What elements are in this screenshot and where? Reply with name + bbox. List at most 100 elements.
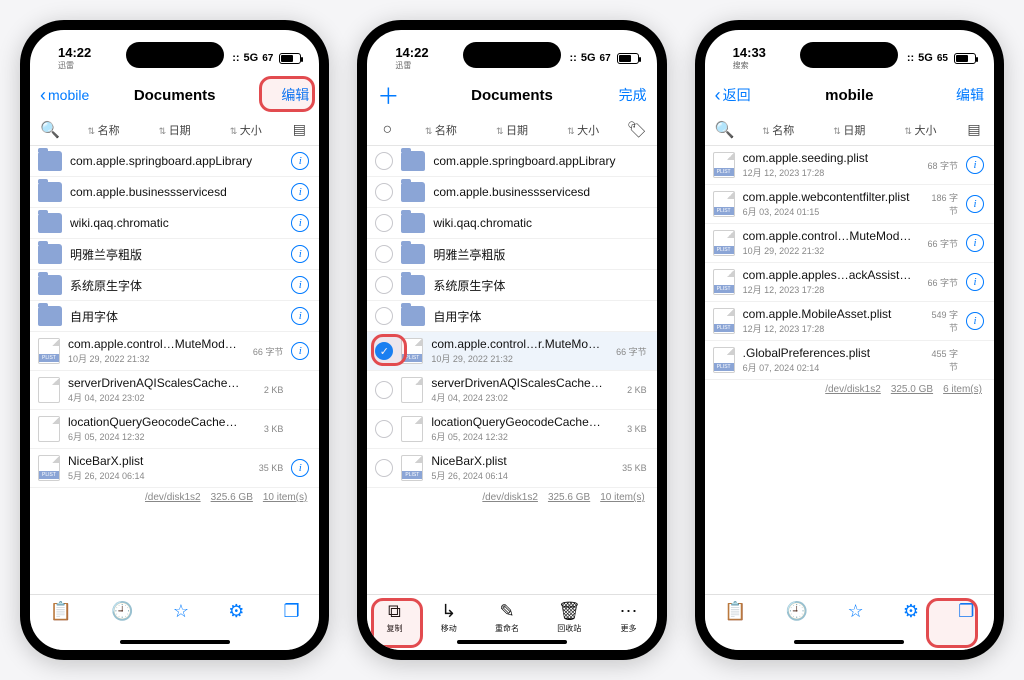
file-row[interactable]: 自用字体: [367, 301, 656, 332]
tab-star-button[interactable]: ☆: [173, 601, 189, 621]
info-button[interactable]: i: [966, 234, 984, 252]
file-list[interactable]: com.apple.springboard.appLibrary com.app…: [367, 146, 656, 602]
search-icon[interactable]: 🔍: [38, 120, 62, 140]
sort-column[interactable]: 名称: [425, 122, 457, 138]
tag-icon[interactable]: 🏷: [625, 120, 649, 140]
toolbar-move-button[interactable]: ↳移动: [441, 601, 457, 634]
mount-path[interactable]: /dev/disk1s2: [825, 384, 881, 395]
file-row[interactable]: com.apple.apples…ackAssistant.plist 12月 …: [705, 263, 994, 302]
file-row[interactable]: com.apple.MobileAsset.plist 12月 12, 2023…: [705, 302, 994, 341]
file-row[interactable]: locationQueryGeocodeCacheFolder 6月 05, 2…: [30, 410, 319, 449]
select-checkbox[interactable]: [375, 276, 393, 294]
nav-action-button[interactable]: 编辑: [932, 85, 984, 105]
network-label: 5G: [244, 52, 259, 64]
file-row[interactable]: NiceBarX.plist 5月 26, 2024 06:14 35 KB i: [30, 449, 319, 488]
tab-clipboard-button[interactable]: 📋: [50, 601, 72, 621]
info-button[interactable]: i: [291, 245, 309, 263]
select-checkbox[interactable]: [375, 214, 393, 232]
info-button[interactable]: i: [291, 342, 309, 360]
free-space[interactable]: 325.6 GB: [211, 492, 253, 503]
file-meta: com.apple.control…MuteModule.plist 10月 2…: [743, 229, 916, 257]
tab-clipboard-button[interactable]: 📋: [724, 601, 746, 621]
toolbar-more-button[interactable]: ⋯更多: [620, 601, 638, 634]
file-row[interactable]: 系统原生字体 i: [30, 270, 319, 301]
info-button[interactable]: i: [291, 183, 309, 201]
file-list[interactable]: com.apple.seeding.plist 12月 12, 2023 17:…: [705, 146, 994, 602]
tab-windows-button[interactable]: ❐: [958, 601, 974, 621]
nav-action-button[interactable]: 编辑: [257, 85, 309, 105]
info-button[interactable]: i: [966, 312, 984, 330]
mount-path[interactable]: /dev/disk1s2: [482, 492, 538, 503]
info-button[interactable]: i: [291, 307, 309, 325]
file-row[interactable]: ✓ com.apple.control…r.MuteModule.plist 1…: [367, 332, 656, 371]
sort-column[interactable]: 名称: [762, 122, 794, 138]
file-row[interactable]: com.apple.businessservicesd: [367, 177, 656, 208]
tab-gear-button[interactable]: ⚙︎: [228, 601, 244, 621]
file-row[interactable]: wiki.qaq.chromatic: [367, 208, 656, 239]
select-checkbox[interactable]: ✓: [375, 342, 393, 360]
nav-action-button[interactable]: 完成: [595, 85, 647, 105]
mount-path[interactable]: /dev/disk1s2: [145, 492, 201, 503]
select-checkbox[interactable]: [375, 245, 393, 263]
item-count[interactable]: 10 item(s): [600, 492, 644, 503]
info-button[interactable]: i: [291, 152, 309, 170]
search-icon[interactable]: 🔍: [713, 120, 737, 140]
sort-column[interactable]: 日期: [159, 122, 191, 138]
free-space[interactable]: 325.0 GB: [891, 384, 933, 395]
sort-column[interactable]: 日期: [496, 122, 528, 138]
file-row[interactable]: com.apple.businessservicesd i: [30, 177, 319, 208]
file-row[interactable]: serverDrivenAQIScalesCacheFolder 4月 04, …: [367, 371, 656, 410]
item-count[interactable]: 6 item(s): [943, 384, 982, 395]
info-button[interactable]: i: [291, 276, 309, 294]
sort-column[interactable]: 大小: [567, 122, 599, 138]
item-count[interactable]: 10 item(s): [263, 492, 307, 503]
file-list[interactable]: com.apple.springboard.appLibrary i com.a…: [30, 146, 319, 602]
toolbar-rename-button[interactable]: ✎重命名: [495, 601, 519, 634]
tab-star-button[interactable]: ☆: [848, 601, 864, 621]
file-row[interactable]: 明雅兰亭粗版: [367, 239, 656, 270]
info-button[interactable]: i: [291, 459, 309, 477]
layout-toggle-icon[interactable]: ▤: [962, 121, 986, 138]
info-button[interactable]: i: [966, 156, 984, 174]
file-row[interactable]: 系统原生字体: [367, 270, 656, 301]
info-button[interactable]: i: [966, 273, 984, 291]
select-all-icon[interactable]: ○: [375, 121, 399, 139]
info-button[interactable]: i: [966, 195, 984, 213]
layout-toggle-icon[interactable]: ▤: [287, 121, 311, 138]
sort-column[interactable]: 大小: [230, 122, 262, 138]
tab-windows-button[interactable]: ❐: [284, 601, 300, 621]
file-row[interactable]: 明雅兰亭粗版 i: [30, 239, 319, 270]
sort-column[interactable]: 日期: [833, 122, 865, 138]
tab-clock-button[interactable]: 🕘: [786, 601, 808, 621]
select-checkbox[interactable]: [375, 183, 393, 201]
select-checkbox[interactable]: [375, 420, 393, 438]
file-row[interactable]: com.apple.seeding.plist 12月 12, 2023 17:…: [705, 146, 994, 185]
add-button[interactable]: ＋: [377, 79, 429, 111]
toolbar-trash-button[interactable]: 🗑回收站: [557, 601, 581, 634]
file-row[interactable]: wiki.qaq.chromatic i: [30, 208, 319, 239]
file-row[interactable]: com.apple.control…MuteModule.plist 10月 2…: [705, 224, 994, 263]
file-row[interactable]: .GlobalPreferences.plist 6月 07, 2024 02:…: [705, 341, 994, 380]
select-checkbox[interactable]: [375, 459, 393, 477]
sort-column[interactable]: 名称: [88, 122, 120, 138]
file-row[interactable]: com.apple.webcontentfilter.plist 6月 03, …: [705, 185, 994, 224]
file-row[interactable]: locationQueryGeocodeCacheFolder 6月 05, 2…: [367, 410, 656, 449]
tab-gear-button[interactable]: ⚙︎: [903, 601, 919, 621]
info-button[interactable]: i: [291, 214, 309, 232]
tab-clock-button[interactable]: 🕘: [111, 601, 133, 621]
select-checkbox[interactable]: [375, 307, 393, 325]
file-row[interactable]: 自用字体 i: [30, 301, 319, 332]
rename-icon: ✎: [499, 601, 514, 621]
select-checkbox[interactable]: [375, 152, 393, 170]
file-row[interactable]: serverDrivenAQIScalesCacheFolder 4月 04, …: [30, 371, 319, 410]
back-button[interactable]: ‹mobile: [40, 85, 92, 106]
toolbar-copy-button[interactable]: ⧉复制: [386, 601, 402, 634]
free-space[interactable]: 325.6 GB: [548, 492, 590, 503]
sort-column[interactable]: 大小: [904, 122, 936, 138]
file-row[interactable]: com.apple.control…MuteModule.plist 10月 2…: [30, 332, 319, 371]
file-row[interactable]: com.apple.springboard.appLibrary i: [30, 146, 319, 177]
file-row[interactable]: NiceBarX.plist 5月 26, 2024 06:14 35 KB: [367, 449, 656, 488]
back-button[interactable]: ‹返回: [715, 85, 767, 106]
select-checkbox[interactable]: [375, 381, 393, 399]
file-row[interactable]: com.apple.springboard.appLibrary: [367, 146, 656, 177]
